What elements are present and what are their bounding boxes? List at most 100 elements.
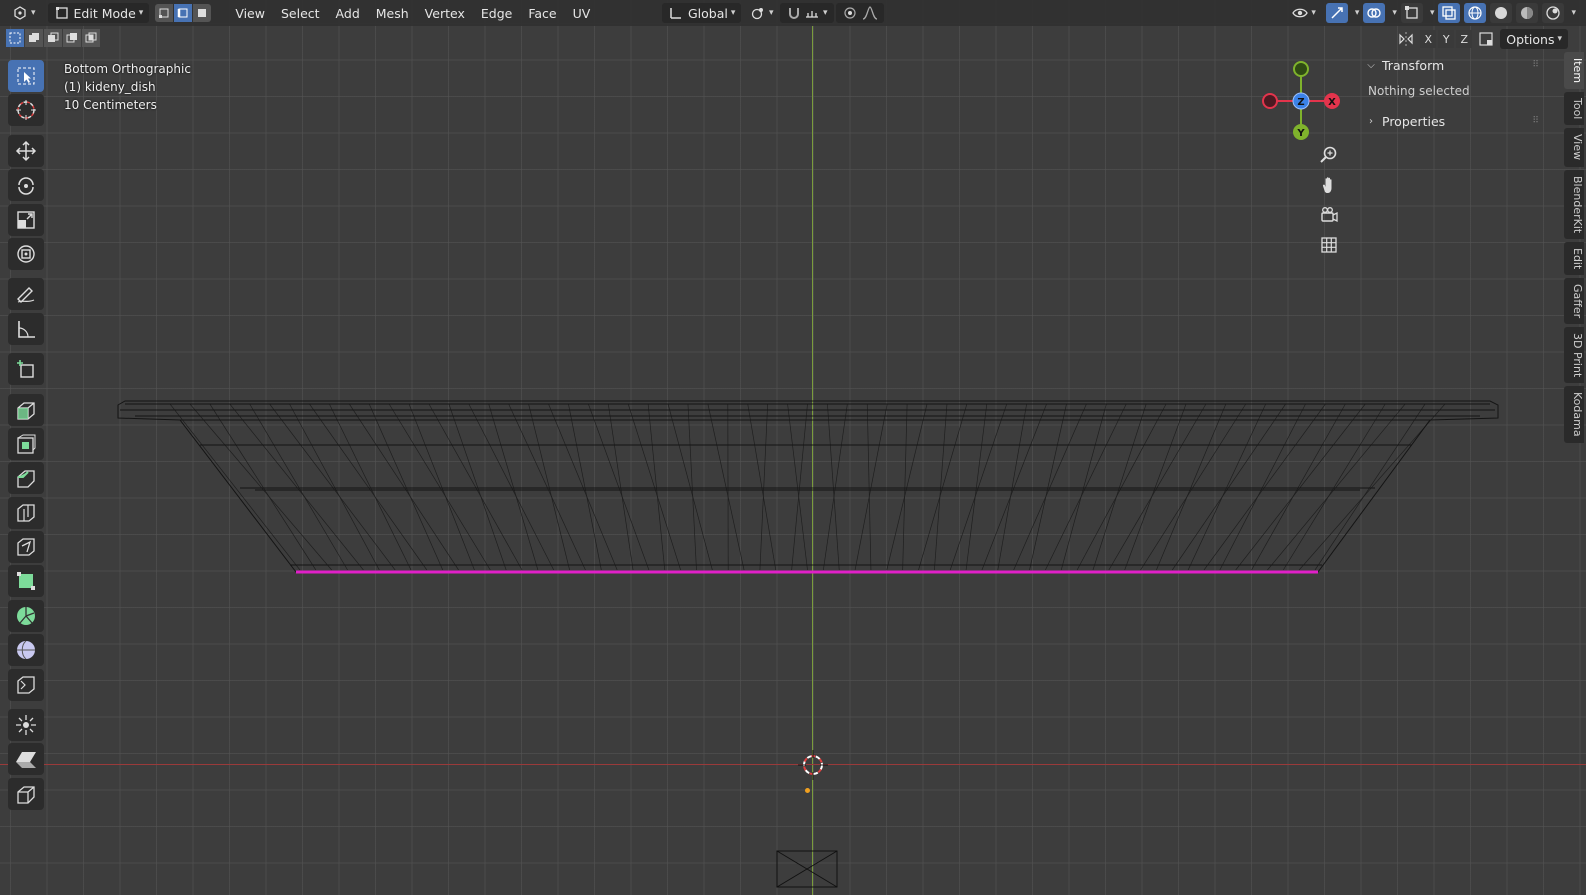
shading-solid-button[interactable]: [1490, 3, 1513, 23]
zoom-button[interactable]: [1317, 143, 1341, 167]
tool-add-cube[interactable]: [8, 353, 44, 386]
navigation-gizmo[interactable]: X Y Z: [1256, 56, 1346, 146]
tool-loop-cut[interactable]: [8, 496, 44, 529]
mirror-y-toggle[interactable]: Y: [1438, 30, 1455, 48]
tool-knife[interactable]: [8, 531, 44, 564]
shading-rendered-button[interactable]: [1542, 3, 1565, 23]
pan-button[interactable]: [1317, 173, 1341, 197]
tab-item[interactable]: Item: [1564, 52, 1584, 90]
tab-edit[interactable]: Edit: [1564, 241, 1584, 276]
menu-uv[interactable]: UV: [565, 3, 599, 23]
options-dropdown[interactable]: Options ▾: [1500, 29, 1568, 49]
tab-kodama[interactable]: Kodama: [1564, 386, 1584, 444]
tool-smooth[interactable]: [8, 634, 44, 667]
select-box-icon: [17, 67, 35, 85]
vertex-select-button[interactable]: [155, 4, 174, 22]
menu-add[interactable]: Add: [328, 3, 368, 23]
viewport-info: Bottom Orthographic (1) kideny_dish 10 C…: [64, 60, 191, 114]
edge-select-button[interactable]: [174, 4, 193, 22]
menu-select[interactable]: Select: [273, 3, 328, 23]
menu-view[interactable]: View: [227, 3, 273, 23]
tab-blenderkit[interactable]: BlenderKit: [1564, 169, 1584, 239]
select-subtract-button[interactable]: [44, 29, 62, 47]
chevron-down-icon: ▾: [1557, 34, 1562, 44]
mirror-x-toggle[interactable]: X: [1420, 30, 1437, 48]
transform-orientation-dropdown[interactable]: Global ▾: [662, 3, 742, 23]
tool-edge-slide[interactable]: [8, 668, 44, 701]
menu-face[interactable]: Face: [520, 3, 564, 23]
select-new-icon: [9, 32, 21, 44]
mirror-axis-toggles: X Y Z: [1420, 30, 1473, 48]
rip-region-icon: [17, 786, 35, 804]
sidebar-tabs: Item Tool View BlenderKit Edit Gaffer 3D…: [1564, 52, 1586, 444]
tab-3d-print[interactable]: 3D Print: [1564, 327, 1584, 384]
gizmo-toggle[interactable]: [1325, 3, 1348, 23]
grid-icon: [1321, 237, 1337, 253]
tool-rotate[interactable]: [8, 169, 44, 202]
edge-select-icon: [178, 8, 188, 18]
chevron-down-icon: ▾: [730, 8, 736, 18]
tool-shrink-fatten[interactable]: [8, 709, 44, 742]
mesh-wireframe[interactable]: [0, 0, 1586, 895]
select-extend-icon: [29, 33, 39, 42]
drag-handle-icon[interactable]: ⠿: [1532, 60, 1540, 70]
mirror-z-toggle[interactable]: Z: [1456, 30, 1473, 48]
transform-panel-header[interactable]: ⌵ Transform ⠿: [1364, 52, 1540, 78]
gizmo-z-label: Z: [1297, 97, 1304, 108]
inset-icon: [17, 434, 36, 454]
camera-view-button[interactable]: [1317, 203, 1341, 227]
tool-extrude[interactable]: [8, 393, 44, 426]
tool-annotate[interactable]: [8, 278, 44, 311]
overlays-icon: [1367, 8, 1382, 18]
visibility-dropdown[interactable]: ▾: [1286, 3, 1322, 23]
tool-spin[interactable]: [8, 599, 44, 632]
tool-select-box[interactable]: [8, 60, 44, 92]
menu-mesh[interactable]: Mesh: [368, 3, 417, 23]
snap-toggle[interactable]: ▾: [780, 3, 834, 23]
shading-material-button[interactable]: [1516, 3, 1539, 23]
editor-type-button[interactable]: ▾: [6, 3, 42, 23]
select-new-button[interactable]: [6, 29, 24, 47]
tool-scale[interactable]: [8, 203, 44, 236]
pivot-point-dropdown[interactable]: ▾: [744, 3, 780, 23]
face-select-button[interactable]: [193, 4, 212, 22]
tool-cursor[interactable]: [8, 94, 44, 127]
viewport-header: ▾ Edit Mode ▾ View Select Add Mesh Verte…: [0, 0, 1586, 26]
tool-inset[interactable]: [8, 427, 44, 460]
3d-viewport[interactable]: [0, 0, 1586, 895]
poly-build-icon: [17, 572, 35, 591]
mesh-edit-overlays-toggle[interactable]: [1400, 3, 1423, 23]
header-menus: View Select Add Mesh Vertex Edge Face UV: [227, 3, 598, 23]
tool-poly-build[interactable]: [8, 565, 44, 598]
tab-tool[interactable]: Tool: [1564, 92, 1584, 126]
toggle-perspective-button[interactable]: [1317, 233, 1341, 257]
shading-wireframe-button[interactable]: [1464, 3, 1487, 23]
tab-gaffer[interactable]: Gaffer: [1564, 278, 1584, 325]
tool-measure[interactable]: [8, 312, 44, 345]
properties-panel-header[interactable]: › Properties ⠿: [1364, 108, 1540, 134]
camera-object[interactable]: [776, 850, 840, 890]
3d-cursor[interactable]: [798, 750, 828, 780]
select-subtract-icon: [48, 32, 59, 42]
snap-increment-icon: [806, 11, 818, 18]
select-intersect-button[interactable]: [82, 29, 100, 47]
tool-shear[interactable]: [8, 743, 44, 776]
camera-icon: [1321, 207, 1338, 223]
xray-toggle[interactable]: [1438, 3, 1461, 23]
select-extend-button[interactable]: [25, 29, 43, 47]
tool-transform[interactable]: [8, 237, 44, 270]
proportional-editing-toggle[interactable]: [836, 3, 884, 23]
chevron-down-icon: ▾: [1429, 8, 1435, 18]
overlays-toggle[interactable]: [1363, 3, 1386, 23]
tool-rip-region[interactable]: [8, 777, 44, 810]
gizmo-icon: [1331, 7, 1343, 19]
menu-vertex[interactable]: Vertex: [417, 3, 473, 23]
menu-edge[interactable]: Edge: [473, 3, 520, 23]
tab-view[interactable]: View: [1564, 128, 1584, 167]
drag-handle-icon[interactable]: ⠿: [1532, 116, 1540, 126]
tool-move[interactable]: [8, 134, 44, 167]
mode-dropdown[interactable]: Edit Mode ▾: [47, 3, 150, 23]
grid-scale: 10 Centimeters: [64, 98, 157, 112]
tool-bevel[interactable]: [8, 462, 44, 495]
select-invert-button[interactable]: [63, 29, 81, 47]
